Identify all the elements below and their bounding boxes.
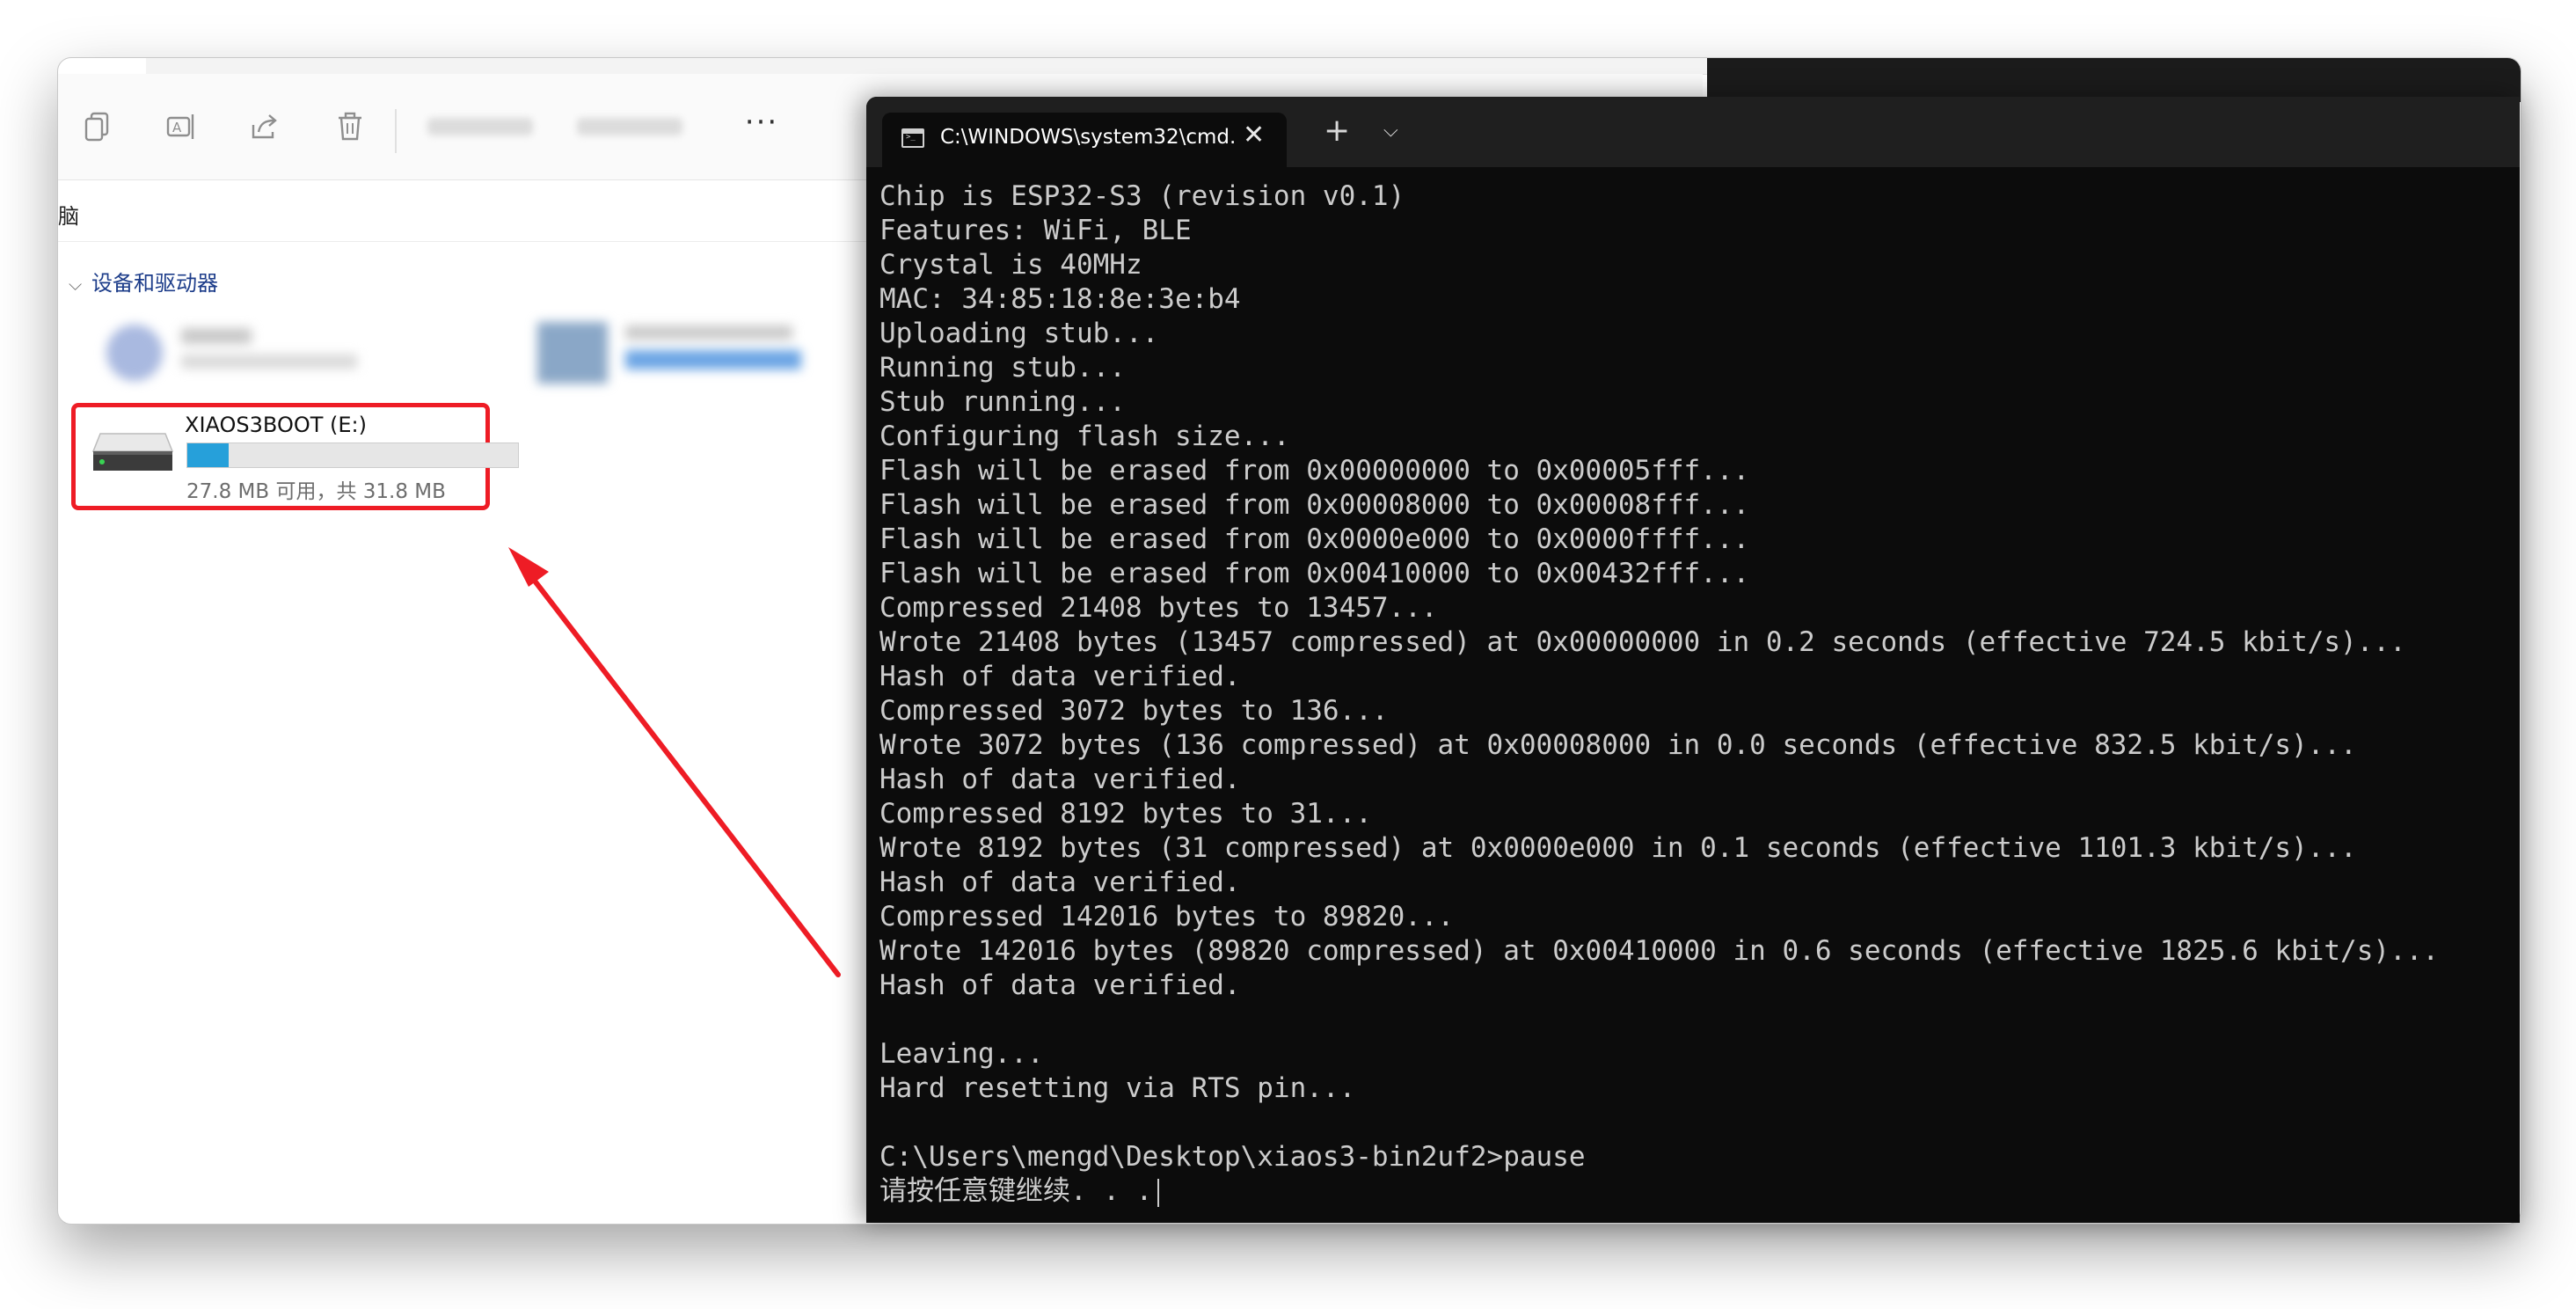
console-line: Flash will be erased from 0x00410000 to …	[879, 558, 1750, 589]
console-line: Wrote 21408 bytes (13457 compressed) at …	[879, 626, 2406, 658]
drive-item-xiaos3boot[interactable]: XIAOS3BOOT (E:) 27.8 MB 可用，共 31.8 MB	[71, 403, 519, 510]
console-line: Flash will be erased from 0x00000000 to …	[879, 455, 1750, 486]
console-line: Hash of data verified.	[879, 764, 1241, 795]
console-line: Hash of data verified.	[879, 969, 1241, 1001]
console-line: MAC: 34:85:18:8e:3e:b4	[879, 283, 1241, 315]
console-output[interactable]: Chip is ESP32-S3 (revision v0.1) Features…	[879, 179, 2507, 1209]
devices-group-header[interactable]: ⌵ 设备和驱动器	[69, 266, 218, 296]
console-line: Compressed 8192 bytes to 31...	[879, 798, 1372, 830]
new-tab-button[interactable]: +	[1324, 113, 1350, 149]
close-icon[interactable]: ✕	[1243, 120, 1265, 150]
drive-usage-fill	[187, 443, 230, 467]
drive-usage-bar	[186, 442, 519, 468]
chevron-down-icon[interactable]: ⌵	[1383, 120, 1398, 142]
blurred-drive-item[interactable]	[529, 313, 880, 401]
drive-name: XIAOS3BOOT (E:)	[185, 413, 367, 437]
console-line: Chip is ESP32-S3 (revision v0.1)	[879, 180, 1405, 212]
share-icon[interactable]	[247, 109, 282, 144]
console-line: Uploading stub...	[879, 318, 1159, 349]
console-line: Features: WiFi, BLE	[879, 215, 1192, 246]
terminal-tab-bar: C:\WINDOWS\system32\cmd. ✕ + ⌵	[866, 97, 2520, 167]
background-window-edge	[1707, 58, 2521, 102]
address-text: 脑	[58, 204, 79, 229]
console-line: C:\Users\mengd\Desktop\xiaos3-bin2uf2>pa…	[879, 1141, 1586, 1173]
blurred-toolbar-button[interactable]	[427, 118, 533, 135]
console-line: Compressed 142016 bytes to 89820...	[879, 901, 1455, 932]
delete-icon[interactable]	[332, 109, 368, 144]
console-line: Crystal is 40MHz	[879, 249, 1142, 281]
cmd-icon	[901, 128, 924, 148]
tab-title: C:\WINDOWS\system32\cmd.	[940, 126, 1237, 149]
copy-icon[interactable]	[80, 109, 115, 144]
console-line: Wrote 8192 bytes (31 compressed) at 0x00…	[879, 832, 2357, 864]
cmd-terminal-window[interactable]: C:\WINDOWS\system32\cmd. ✕ + ⌵ Chip is E…	[866, 97, 2520, 1223]
terminal-tab[interactable]: C:\WINDOWS\system32\cmd. ✕	[882, 113, 1287, 167]
blurred-drive-item[interactable]	[98, 318, 361, 397]
console-line: Compressed 21408 bytes to 13457...	[879, 592, 1438, 624]
more-options-button[interactable]: ···	[740, 107, 784, 144]
svg-text:A: A	[172, 120, 182, 135]
console-line: Stub running...	[879, 386, 1126, 418]
group-header-label: 设备和驱动器	[91, 271, 218, 296]
console-line: Compressed 3072 bytes to 136...	[879, 695, 1389, 727]
console-line: Wrote 142016 bytes (89820 compressed) at…	[879, 935, 2440, 967]
console-line: Configuring flash size...	[879, 420, 1290, 452]
toolbar-separator	[395, 109, 397, 153]
console-line: Hash of data verified.	[879, 661, 1241, 692]
console-line: Hash of data verified.	[879, 867, 1241, 898]
explorer-top-strip	[146, 58, 1764, 75]
drive-icon	[91, 433, 174, 471]
console-line: Flash will be erased from 0x00008000 to …	[879, 489, 1750, 521]
console-line: Flash will be erased from 0x0000e000 to …	[879, 523, 1750, 555]
console-line: 请按任意键继续. . .	[879, 1174, 2507, 1209]
blurred-toolbar-button[interactable]	[577, 118, 682, 135]
console-line: Leaving...	[879, 1038, 1044, 1070]
text-cursor	[1157, 1178, 1160, 1207]
console-line: Hard resetting via RTS pin...	[879, 1072, 1356, 1104]
drive-free-space: 27.8 MB 可用，共 31.8 MB	[186, 480, 446, 503]
rename-icon[interactable]: A	[164, 109, 199, 144]
console-line: Wrote 3072 bytes (136 compressed) at 0x0…	[879, 729, 2357, 761]
chevron-down-icon: ⌵	[69, 274, 83, 295]
console-line: Running stub...	[879, 352, 1126, 384]
